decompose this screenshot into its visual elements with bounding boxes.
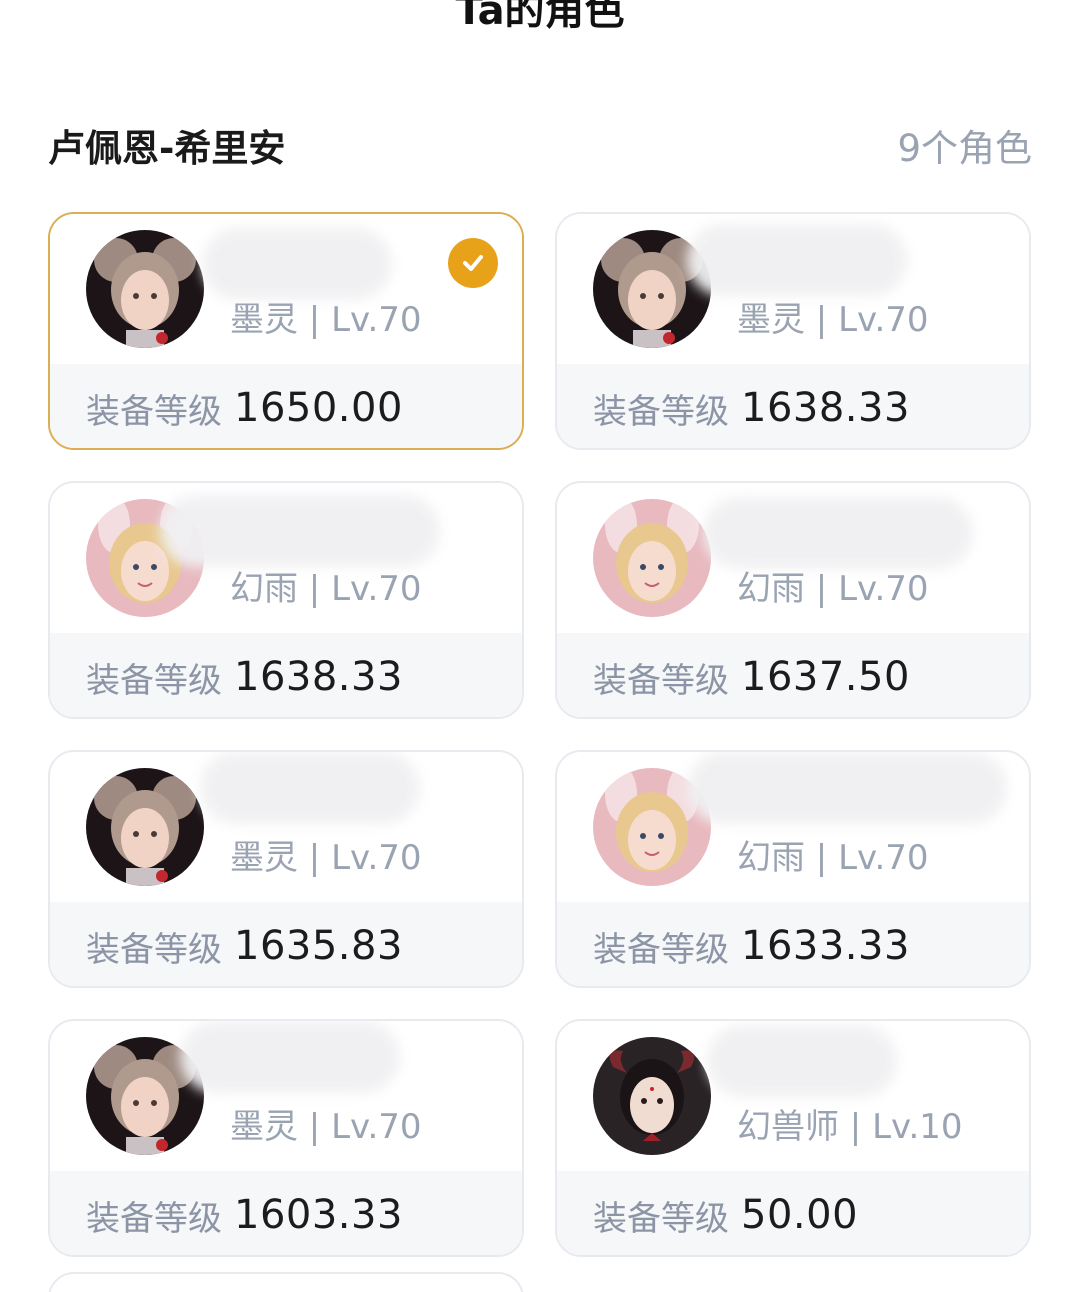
character-name-blurred xyxy=(160,495,440,567)
class-level: 幻雨 | Lv.70 xyxy=(737,569,929,609)
class-level: 墨灵 | Lv.70 xyxy=(230,1107,422,1147)
character-info: 幻雨 | Lv.70 xyxy=(557,752,1029,902)
character-card[interactable]: 幻兽师 | Lv.10 装备等级 50.00 xyxy=(555,1019,1031,1257)
character-card[interactable]: 墨灵 | Lv.70 装备等级 1650.00 xyxy=(48,212,524,450)
huanshoushi-avatar xyxy=(593,1037,711,1155)
gear-score-label: 装备等级 xyxy=(593,1198,729,1239)
gear-score-value: 50.00 xyxy=(741,1192,859,1238)
character-name-blurred xyxy=(687,224,907,296)
gear-score-row: 装备等级 50.00 xyxy=(557,1171,1029,1255)
character-name-blurred xyxy=(200,752,420,824)
gear-score-row: 装备等级 1638.33 xyxy=(557,364,1029,448)
character-name-blurred xyxy=(202,228,392,300)
moling-avatar xyxy=(86,230,204,348)
character-info: 幻兽师 | Lv.10 xyxy=(557,1021,1029,1171)
character-info: 幻雨 | Lv.70 xyxy=(557,483,1029,633)
role-count: 9个角色 xyxy=(897,127,1032,170)
character-name-blurred xyxy=(707,1025,897,1097)
character-card[interactable]: 墨灵 | Lv.70 装备等级 1603.33 xyxy=(48,1019,524,1257)
character-info: 幻雨 | Lv.70 xyxy=(50,483,522,633)
class-level: 墨灵 | Lv.70 xyxy=(737,300,929,340)
gear-score-value: 1650.00 xyxy=(234,385,403,431)
gear-score-value: 1635.83 xyxy=(234,923,403,969)
character-card[interactable]: 墨灵 | Lv.70 装备等级 1635.83 xyxy=(48,750,524,988)
gear-score-label: 装备等级 xyxy=(86,660,222,701)
character-name-blurred xyxy=(180,1021,400,1093)
gear-score-label: 装备等级 xyxy=(86,391,222,432)
character-info: 墨灵 | Lv.70 xyxy=(50,1021,522,1171)
gear-score-row: 装备等级 1635.83 xyxy=(50,902,522,986)
gear-score-value: 1637.50 xyxy=(741,654,910,700)
gear-score-label: 装备等级 xyxy=(593,660,729,701)
gear-score-label: 装备等级 xyxy=(86,1198,222,1239)
class-level: 幻雨 | Lv.70 xyxy=(230,569,422,609)
gear-score-row: 装备等级 1603.33 xyxy=(50,1171,522,1255)
class-level: 幻雨 | Lv.70 xyxy=(737,838,929,878)
character-card[interactable]: 幻雨 | Lv.70 装备等级 1637.50 xyxy=(555,481,1031,719)
gear-score-row: 装备等级 1633.33 xyxy=(557,902,1029,986)
class-level: 幻兽师 | Lv.10 xyxy=(737,1107,963,1147)
server-name: 卢佩恩-希里安 xyxy=(48,127,286,170)
gear-score-row: 装备等级 1638.33 xyxy=(50,633,522,717)
gear-score-row: 装备等级 1650.00 xyxy=(50,364,522,448)
gear-score-value: 1633.33 xyxy=(741,923,910,969)
character-card[interactable]: 幻雨 | Lv.70 装备等级 1633.33 xyxy=(555,750,1031,988)
gear-score-label: 装备等级 xyxy=(86,929,222,970)
gear-score-label: 装备等级 xyxy=(593,929,729,970)
character-card[interactable]: 墨灵 | Lv.70 装备等级 1638.33 xyxy=(555,212,1031,450)
character-card[interactable]: 幻雨 | Lv.70 装备等级 1638.33 xyxy=(48,481,524,719)
class-level: 墨灵 | Lv.70 xyxy=(230,300,422,340)
gear-score-value: 1603.33 xyxy=(234,1192,403,1238)
character-card-partial[interactable] xyxy=(48,1272,524,1292)
gear-score-value: 1638.33 xyxy=(741,385,910,431)
huanyu-avatar xyxy=(593,499,711,617)
page-title: Ta的角色 xyxy=(455,0,625,34)
gear-score-row: 装备等级 1637.50 xyxy=(557,633,1029,717)
server-header: 卢佩恩-希里安 9个角色 xyxy=(48,110,1032,170)
moling-avatar xyxy=(86,768,204,886)
character-name-blurred xyxy=(703,497,973,569)
character-info: 墨灵 | Lv.70 xyxy=(50,752,522,902)
character-info: 墨灵 | Lv.70 xyxy=(50,214,522,364)
character-info: 墨灵 | Lv.70 xyxy=(557,214,1029,364)
gear-score-value: 1638.33 xyxy=(234,654,403,700)
character-name-blurred xyxy=(687,752,1007,824)
selected-check-icon xyxy=(448,238,498,288)
class-level: 墨灵 | Lv.70 xyxy=(230,838,422,878)
gear-score-label: 装备等级 xyxy=(593,391,729,432)
